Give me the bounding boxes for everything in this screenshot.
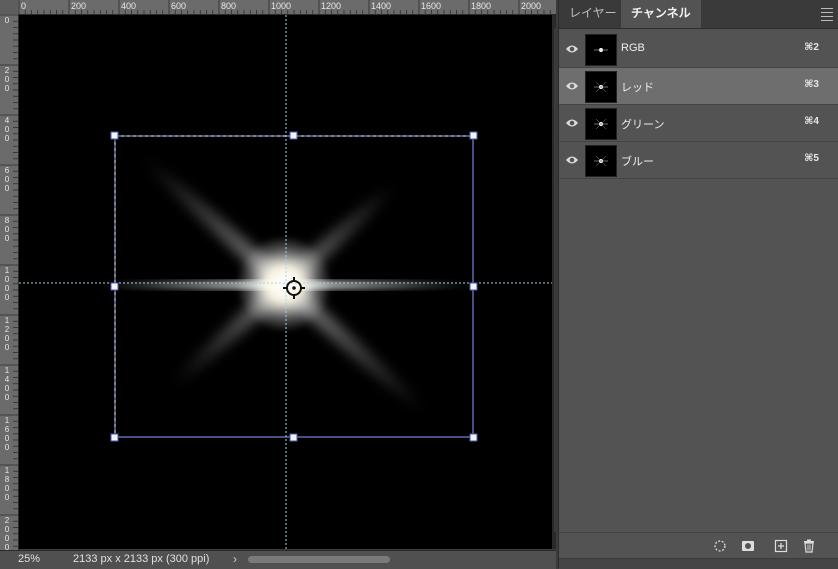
ruler-top-label: 600 bbox=[171, 1, 187, 11]
panel-tab-bar: レイヤー チャンネル bbox=[559, 0, 838, 29]
handle-top-left[interactable] bbox=[110, 131, 119, 140]
flare-artwork bbox=[19, 15, 552, 549]
document-canvas[interactable] bbox=[19, 15, 552, 549]
ruler-left-label: 400 bbox=[4, 116, 10, 143]
ruler-top-label: 1200 bbox=[321, 1, 342, 11]
ruler-top-label: 0 bbox=[21, 1, 27, 11]
channel-name: ブルー bbox=[621, 156, 654, 168]
panel-divider[interactable] bbox=[554, 28, 558, 532]
ruler-left-label: 0 bbox=[4, 16, 10, 25]
ruler-left-label: 200 bbox=[4, 66, 10, 93]
ruler-left-label: 1200 bbox=[4, 316, 10, 352]
ruler-left-label: 1400 bbox=[4, 366, 10, 402]
channel-shortcut: ⌘2 bbox=[804, 42, 819, 53]
ruler-corner[interactable] bbox=[0, 0, 19, 15]
channel-row-red[interactable]: レッド ⌘3 bbox=[559, 68, 838, 105]
ruler-top-label: 200 bbox=[71, 1, 87, 11]
ruler-left[interactable]: 0 200 400 600 800 1000 1200 1400 1600 1800 2000 bbox=[0, 14, 19, 550]
channel-thumbnail bbox=[585, 71, 617, 103]
ruler-left-label: 1000 bbox=[4, 266, 10, 302]
visibility-eye-icon[interactable] bbox=[565, 117, 579, 129]
channel-row-rgb[interactable]: RGB ⌘2 bbox=[559, 31, 838, 68]
channel-row-blue[interactable]: ブルー ⌘5 bbox=[559, 142, 838, 179]
status-bar: 25% 2133 px x 2133 px (300 ppi) › bbox=[0, 550, 556, 569]
document-info: 2133 px x 2133 px (300 ppi) bbox=[73, 553, 210, 565]
channel-thumbnail bbox=[585, 34, 617, 66]
channel-thumbnail bbox=[585, 108, 617, 140]
status-menu-arrow[interactable]: › bbox=[233, 552, 237, 566]
flare-core bbox=[236, 236, 332, 332]
ruler-top-label: 1800 bbox=[471, 1, 492, 11]
ruler-top-label: 800 bbox=[221, 1, 237, 11]
visibility-eye-icon[interactable] bbox=[565, 43, 579, 55]
channel-name: レッド bbox=[621, 82, 654, 94]
panel-resize-bar[interactable] bbox=[559, 558, 838, 569]
panel-menu-icon[interactable] bbox=[821, 8, 833, 24]
visibility-eye-icon[interactable] bbox=[565, 80, 579, 92]
channel-name: グリーン bbox=[621, 119, 665, 131]
save-mask-icon[interactable] bbox=[740, 538, 756, 554]
ruler-top-label: 2000 bbox=[521, 1, 542, 11]
ruler-top-label: 1000 bbox=[271, 1, 292, 11]
ruler-left-label: 1800 bbox=[4, 466, 10, 502]
load-selection-icon[interactable] bbox=[712, 538, 728, 554]
handle-middle-right[interactable] bbox=[469, 282, 478, 291]
delete-icon[interactable] bbox=[801, 538, 817, 554]
handle-middle-left[interactable] bbox=[110, 282, 119, 291]
ruler-top-label: 1400 bbox=[371, 1, 392, 11]
channel-thumbnail bbox=[585, 145, 617, 177]
handle-bottom-right[interactable] bbox=[469, 433, 478, 442]
channel-shortcut: ⌘5 bbox=[804, 153, 819, 164]
new-channel-icon[interactable] bbox=[773, 538, 789, 554]
ruler-top[interactable]: 0 200 400 600 800 1000 1200 1400 1600 1800 2000 bbox=[18, 0, 556, 15]
channel-shortcut: ⌘3 bbox=[804, 79, 819, 90]
channel-row-green[interactable]: グリーン ⌘4 bbox=[559, 105, 838, 142]
channel-shortcut: ⌘4 bbox=[804, 116, 819, 127]
channels-panel: レイヤー チャンネル RGB ⌘2 レッド ⌘3 グリーン ⌘4 ブルー ⌘5 bbox=[554, 0, 838, 569]
tab-channels[interactable]: チャンネル bbox=[621, 0, 701, 28]
tab-layers[interactable]: レイヤー bbox=[559, 0, 627, 28]
ruler-left-label: 2000 bbox=[4, 516, 10, 550]
horizontal-scrollbar-thumb[interactable] bbox=[248, 556, 390, 563]
panel-footer-toolbar bbox=[559, 532, 838, 559]
handle-bottom-left[interactable] bbox=[110, 433, 119, 442]
handle-bottom-center[interactable] bbox=[289, 433, 298, 442]
visibility-eye-icon[interactable] bbox=[565, 154, 579, 166]
ruler-left-label: 600 bbox=[4, 166, 10, 193]
zoom-level[interactable]: 25% bbox=[18, 553, 40, 565]
ruler-top-label: 400 bbox=[121, 1, 137, 11]
ruler-top-label: 1600 bbox=[421, 1, 442, 11]
handle-top-right[interactable] bbox=[469, 131, 478, 140]
handle-top-center[interactable] bbox=[289, 131, 298, 140]
channel-name: RGB bbox=[621, 42, 645, 54]
ruler-left-label: 1600 bbox=[4, 416, 10, 452]
ruler-left-label: 800 bbox=[4, 216, 10, 243]
